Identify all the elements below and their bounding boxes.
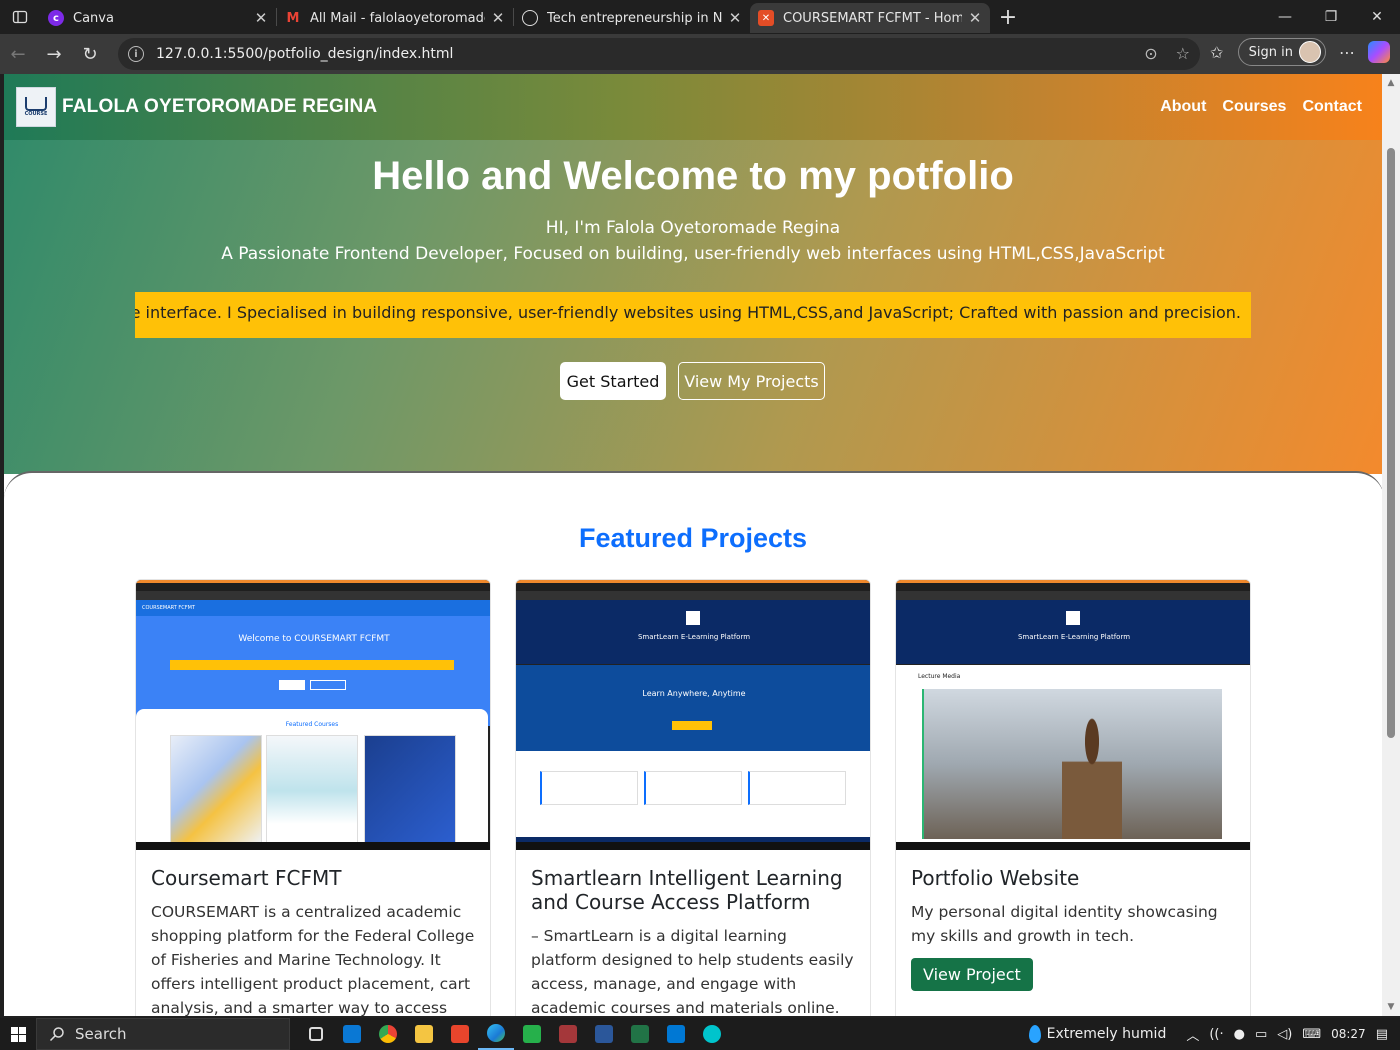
scrollbar-thumb[interactable]	[1387, 148, 1395, 738]
camtasia-icon[interactable]	[514, 1018, 550, 1050]
hero-title: Hello and Welcome to my potfolio	[372, 154, 1014, 198]
copilot-icon[interactable]	[1368, 41, 1390, 63]
reload-icon[interactable]: ↻	[72, 36, 108, 72]
weather-widget[interactable]: Extremely humid	[1028, 1025, 1166, 1043]
word-icon[interactable]	[586, 1018, 622, 1050]
minimize-icon[interactable]: —	[1262, 0, 1308, 34]
window-controls: — ❐ ✕	[1262, 0, 1400, 34]
brand-name[interactable]: FALOLA OYETOROMADE REGINA	[62, 96, 377, 118]
close-tab-icon[interactable]: ✕	[968, 9, 982, 27]
hero-tagline: A Passionate Frontend Developer, Focused…	[221, 244, 1165, 264]
sign-in-button[interactable]: Sign in	[1237, 38, 1326, 66]
coursemart-logo-icon: COURSE	[16, 87, 56, 127]
wifi-icon[interactable]: ((·	[1209, 1027, 1223, 1042]
page-scrollbar[interactable]: ▲ ▼	[1382, 74, 1400, 1016]
tab-actions-icon[interactable]	[0, 0, 40, 34]
browser-tab[interactable]: M All Mail - falolaoyetoromade@gm ✕	[277, 3, 513, 33]
nav-link-about[interactable]: About	[1160, 98, 1206, 116]
section-title: Featured Projects	[578, 523, 808, 553]
browser-tab[interactable]: c Canva ✕	[40, 3, 276, 33]
nav-links: About Courses Contact	[1160, 98, 1362, 116]
mail-icon[interactable]	[334, 1018, 370, 1050]
address-bar[interactable]: i 127.0.0.1:5500/potfolio_design/index.h…	[118, 38, 1200, 70]
project-description: COURSEMART is a centralized academic sho…	[151, 903, 475, 1016]
close-tab-icon[interactable]: ✕	[254, 9, 268, 27]
project-title: Coursemart FCFMT	[151, 866, 342, 890]
humidity-icon	[1028, 1025, 1041, 1043]
excel-icon[interactable]	[622, 1018, 658, 1050]
browser-tab-strip: c Canva ✕ M All Mail - falolaoyetoromade…	[0, 0, 1400, 34]
html-file-icon: ✕	[758, 10, 774, 26]
favorite-star-icon[interactable]: ☆	[1176, 44, 1190, 63]
site-info-icon[interactable]: i	[128, 46, 144, 62]
notifications-icon[interactable]: ▤	[1376, 1027, 1388, 1042]
project-title: Smartlearn Intelligent Learning and Cour…	[531, 866, 843, 914]
microphone-icon[interactable]: ●	[1234, 1027, 1245, 1042]
gmail-icon: M	[286, 10, 300, 26]
wps-office-icon[interactable]	[442, 1018, 478, 1050]
more-options-icon[interactable]: ⋯	[1336, 43, 1358, 62]
view-projects-button[interactable]: View My Projects	[678, 362, 825, 400]
hero-greeting: HI, I'm Falola Oyetoromade Regina	[545, 218, 841, 238]
volume-icon[interactable]: ◁)	[1277, 1027, 1292, 1042]
project-screenshot: SmartLearn E-Learning Platform Lecture M…	[896, 580, 1250, 850]
project-screenshot: SmartLearn E-Learning Platform Learn Any…	[516, 580, 870, 850]
edge-icon[interactable]	[478, 1018, 514, 1050]
taskbar-search[interactable]: Search	[36, 1018, 290, 1050]
close-tab-icon[interactable]: ✕	[491, 9, 505, 27]
access-icon[interactable]	[550, 1018, 586, 1050]
clock[interactable]: 08:27	[1331, 1027, 1366, 1041]
nav-link-contact[interactable]: Contact	[1302, 98, 1362, 116]
windows-start-icon[interactable]	[0, 1018, 36, 1050]
brand[interactable]: COURSE FALOLA OYETOROMADE REGINA	[16, 87, 377, 127]
reader-icon[interactable]: ⊙	[1144, 44, 1157, 63]
site-navbar: COURSE FALOLA OYETOROMADE REGINA About C…	[4, 74, 1382, 140]
project-card: SmartLearn E-Learning Platform Learn Any…	[515, 579, 871, 1016]
project-screenshot: COURSEMART FCFMT Welcome to COURSEMART F…	[136, 580, 490, 850]
scroll-down-icon[interactable]: ▼	[1386, 1002, 1396, 1012]
back-icon[interactable]: ←	[0, 36, 36, 72]
task-view-icon[interactable]	[298, 1018, 334, 1050]
windows-taskbar: Search Extremely humid ︿ ((· ● ▭ ◁) ⌨ 08…	[0, 1018, 1400, 1050]
file-explorer-icon[interactable]	[406, 1018, 442, 1050]
close-tab-icon[interactable]: ✕	[728, 9, 742, 27]
browser-tab[interactable]: Tech entrepreneurship in Nigeria ✕	[514, 3, 750, 33]
project-description: My personal digital identity showcasing …	[911, 903, 1218, 945]
project-card: COURSEMART FCFMT Welcome to COURSEMART F…	[135, 579, 491, 1016]
get-started-button[interactable]: Get Started	[560, 362, 666, 400]
search-icon	[49, 1027, 64, 1042]
system-tray: Extremely humid ︿ ((· ● ▭ ◁) ⌨ 08:27 ▤	[1028, 1018, 1400, 1050]
canva-icon: c	[48, 10, 64, 26]
chatgpt-icon	[522, 10, 538, 26]
nav-link-courses[interactable]: Courses	[1222, 98, 1286, 116]
chrome-icon[interactable]	[370, 1018, 406, 1050]
scroll-up-icon[interactable]: ▲	[1386, 78, 1396, 88]
battery-icon[interactable]: ▭	[1255, 1027, 1267, 1042]
browser-tab-active[interactable]: ✕ COURSEMART FCFMT - Home ✕	[750, 3, 990, 33]
favorites-icon[interactable]: ✩	[1206, 43, 1228, 62]
close-window-icon[interactable]: ✕	[1354, 0, 1400, 34]
hero-section: COURSE FALOLA OYETOROMADE REGINA About C…	[4, 74, 1382, 474]
page-viewport: COURSE FALOLA OYETOROMADE REGINA About C…	[4, 74, 1382, 1016]
project-card: SmartLearn E-Learning Platform Lecture M…	[895, 579, 1251, 1016]
avatar	[1299, 41, 1321, 63]
chevron-up-icon[interactable]: ︿	[1186, 1025, 1199, 1044]
forward-icon[interactable]: →	[36, 36, 72, 72]
keyboard-icon[interactable]: ⌨	[1302, 1027, 1321, 1042]
marquee-banner: signs, and interactive interface. I Spec…	[135, 292, 1251, 338]
projects-section: Featured Projects COURSEMART FCFMT Welco…	[4, 471, 1382, 1016]
url-text[interactable]: 127.0.0.1:5500/potfolio_design/index.htm…	[156, 46, 453, 62]
project-description: – SmartLearn is a digital learning platf…	[531, 927, 854, 1016]
canva-app-icon[interactable]	[694, 1018, 730, 1050]
browser-toolbar: ← → ↻ i 127.0.0.1:5500/potfolio_design/i…	[0, 34, 1400, 74]
vscode-icon[interactable]	[658, 1018, 694, 1050]
new-tab-icon[interactable]: +	[990, 5, 1026, 30]
project-title: Portfolio Website	[911, 866, 1080, 890]
restore-icon[interactable]: ❐	[1308, 0, 1354, 34]
view-project-button[interactable]: View Project	[911, 958, 1033, 991]
marquee-text: signs, and interactive interface. I Spec…	[135, 303, 1241, 322]
taskbar-apps	[298, 1018, 730, 1050]
